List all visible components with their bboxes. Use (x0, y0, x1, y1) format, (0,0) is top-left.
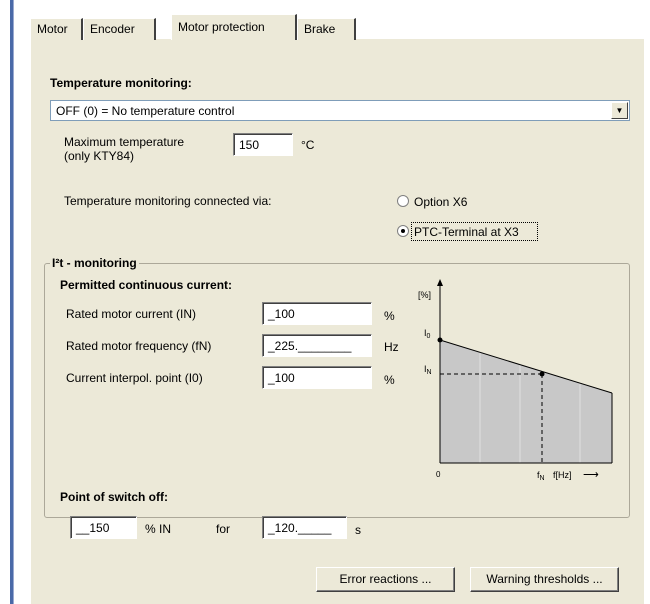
rated-frequency-unit: Hz (384, 340, 399, 354)
time-unit: s (355, 523, 361, 537)
time-input[interactable]: _120._____ (262, 516, 347, 539)
window-left-border-highlight (13, 0, 14, 604)
in-label: IN (424, 364, 432, 376)
i2t-characteristic-graph: [%] I0 IN 0 fN f[Hz] ⟶ (418, 279, 613, 482)
temperature-monitoring-title: Temperature monitoring: (50, 76, 192, 90)
max-temperature-input[interactable]: 150 (233, 133, 293, 156)
tab-motor[interactable]: Motor (30, 18, 83, 40)
tab-motor-protection[interactable]: Motor protection (171, 14, 297, 40)
temperature-mode-dropdown[interactable]: OFF (0) = No temperature control ▼ (50, 100, 630, 121)
x-axis-label: f[Hz] (553, 470, 572, 480)
tab-brake-label: Brake (304, 22, 336, 36)
origin-label: 0 (436, 470, 441, 479)
chevron-down-icon[interactable]: ▼ (611, 102, 628, 119)
fn-label: fN (537, 470, 545, 482)
max-temperature-label-line2: (only KTY84) (64, 149, 135, 163)
tab-brake[interactable]: Brake (297, 18, 356, 40)
switch-off-title: Point of switch off: (60, 490, 168, 504)
for-label: for (216, 522, 231, 536)
temperature-mode-value: OFF (0) = No temperature control (56, 104, 235, 118)
tab-motor-protection-label: Motor protection (178, 20, 265, 34)
tab-encoder-label: Encoder (90, 22, 135, 36)
y-axis-label: [%] (418, 290, 431, 300)
rated-current-unit: % (384, 309, 395, 323)
tab-strip: Motor Encoder Motor protection Brake (30, 14, 630, 40)
interpol-point-unit: % (384, 373, 395, 387)
rated-current-input[interactable]: _100 (262, 302, 372, 325)
connected-via-label: Temperature monitoring connected via: (64, 194, 272, 208)
graph-operating-point (539, 371, 545, 377)
fn-label-sub: N (540, 475, 545, 482)
ptc-terminal-label[interactable]: PTC-Terminal at X3 (414, 225, 519, 239)
max-temperature-unit: °C (301, 138, 315, 152)
rated-frequency-input[interactable]: _225.________ (262, 334, 372, 357)
warning-thresholds-button[interactable]: Warning thresholds ... (470, 567, 619, 592)
tab-motor-label: Motor (37, 22, 68, 36)
max-temperature-label-line1: Maximum temperature (64, 135, 185, 149)
rated-current-label: Rated motor current (IN) (66, 307, 197, 321)
graph-i0-point (437, 337, 443, 343)
in-label-sub: N (427, 369, 432, 376)
graph-fill-area (440, 340, 612, 463)
rated-frequency-label: Rated motor frequency (fN) (66, 339, 212, 353)
interpol-point-input[interactable]: _100 (262, 366, 372, 389)
permitted-current-title: Permitted continuous current: (60, 278, 233, 292)
switch-off-input[interactable]: __150 (70, 516, 137, 539)
switch-off-unit: % IN (145, 522, 172, 536)
option-x6-radio[interactable] (397, 195, 409, 207)
x-axis-arrow-icon: ⟶ (583, 469, 599, 481)
interpol-point-label: Current interpol. point (I0) (66, 371, 203, 385)
error-reactions-button[interactable]: Error reactions ... (316, 567, 455, 592)
max-temperature-label: Maximum temperature (only KTY84) (64, 135, 184, 163)
option-x6-label[interactable]: Option X6 (414, 195, 467, 209)
i0-label-sub: 0 (427, 333, 431, 340)
i2t-monitoring-title: I²t - monitoring (50, 256, 139, 270)
ptc-terminal-radio[interactable] (397, 225, 409, 237)
tab-encoder[interactable]: Encoder (83, 18, 156, 40)
y-axis-arrow-icon (437, 279, 443, 286)
i0-label: I0 (424, 328, 431, 340)
